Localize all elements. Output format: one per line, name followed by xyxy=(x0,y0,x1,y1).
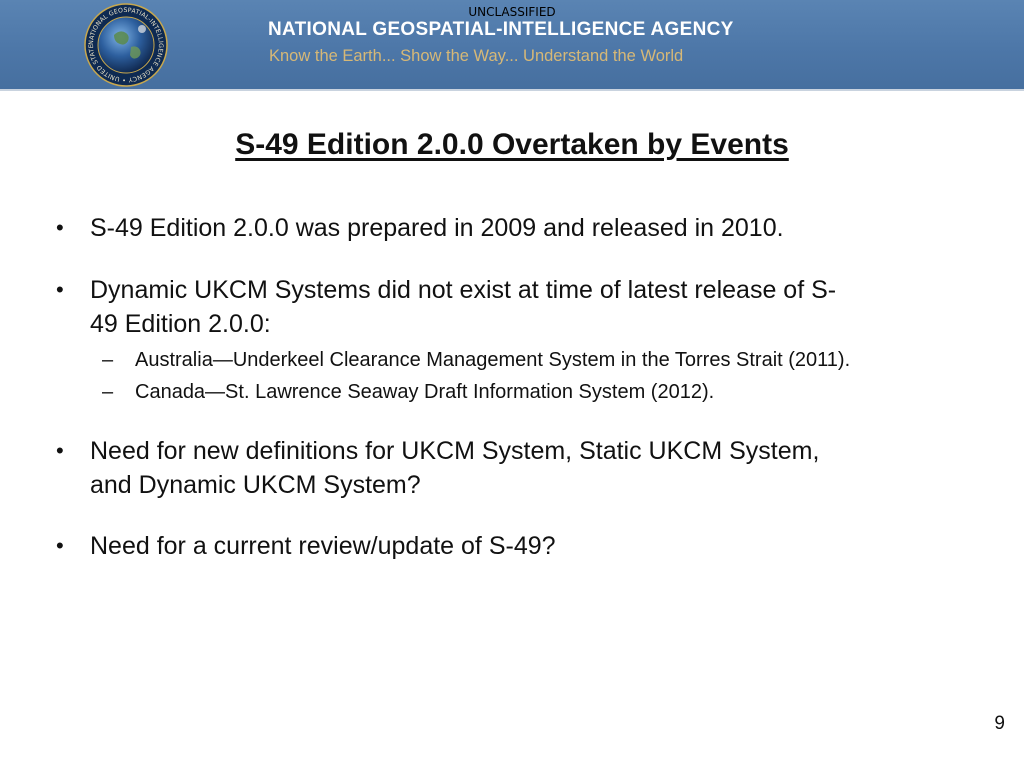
bullet-item: Dynamic UKCM Systems did not exist at ti… xyxy=(56,273,837,341)
bullet-text: Need for new definitions for UKCM System… xyxy=(90,437,820,465)
sub-bullet-item: Australia—Underkeel Clearance Management… xyxy=(102,347,850,373)
agency-motto: Know the Earth... Show the Way... Unders… xyxy=(269,47,684,65)
bullet-text-continued: 49 Edition 2.0.0: xyxy=(90,310,271,338)
classification-marking: UNCLASSIFIED xyxy=(468,5,556,19)
bullet-item: S-49 Edition 2.0.0 was prepared in 2009 … xyxy=(56,211,784,245)
bullet-text: Need for a current review/update of S-49… xyxy=(90,532,556,560)
sub-bullet-item: Canada—St. Lawrence Seaway Draft Informa… xyxy=(102,379,714,405)
bullet-item: Need for a current review/update of S-49… xyxy=(56,529,556,563)
bullet-text-continued: and Dynamic UKCM System? xyxy=(90,471,421,499)
agency-name: NATIONAL GEOSPATIAL-INTELLIGENCE AGENCY xyxy=(268,19,734,40)
bullet-item: Need for new definitions for UKCM System… xyxy=(56,434,820,502)
page-number: 9 xyxy=(994,713,1005,734)
bullet-text: Dynamic UKCM Systems did not exist at ti… xyxy=(90,276,837,304)
header-divider xyxy=(0,89,1024,91)
slide-title: S-49 Edition 2.0.0 Overtaken by Events xyxy=(235,128,789,161)
bullet-text: S-49 Edition 2.0.0 was prepared in 2009 … xyxy=(90,214,784,242)
